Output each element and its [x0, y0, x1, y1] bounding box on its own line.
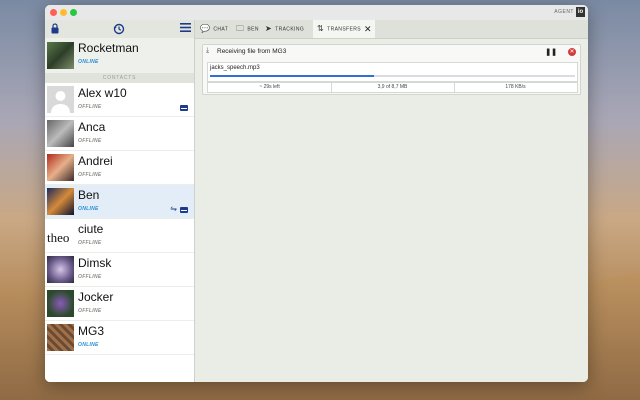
transfer-title: Receiving file from MG3 — [217, 48, 287, 55]
menu-icon[interactable] — [179, 23, 191, 35]
agent-label: AGENT — [554, 9, 574, 15]
my-profile[interactable]: Rocketman ONLINE — [45, 38, 194, 73]
file-row: jacks_speech.mp3 — [207, 62, 578, 82]
progress-bar — [210, 75, 575, 77]
tab-label: CHAT — [213, 26, 229, 33]
contact-status: OFFLINE — [78, 104, 102, 110]
pause-icon[interactable]: ❚❚ — [545, 48, 557, 56]
tab-transfers[interactable]: ⇅ TRANSFERS ✕ — [313, 20, 375, 38]
contact-name: Ben — [78, 188, 100, 202]
main-panel: 💬 CHAT 🗀 BEN ➤ TRACKING ⇅ TRANSFERS ✕ ⤓ Rece… — [195, 20, 588, 382]
contact-status: OFFLINE — [78, 274, 102, 280]
time-left: ~ 29s left — [208, 83, 332, 92]
avatar-text: theo — [47, 230, 70, 245]
sidebar-toolbar — [45, 20, 194, 38]
contact-row-anca[interactable]: Anca OFFLINE — [45, 117, 194, 151]
folder-icon: 🗀 — [236, 24, 245, 33]
chat-icon: 💬 — [200, 24, 211, 33]
close-window-button[interactable] — [50, 9, 57, 16]
my-status: ONLINE — [78, 59, 99, 65]
transfer-icon[interactable]: ⇋ — [170, 204, 177, 213]
contacts-header: CONTACTS — [45, 73, 194, 83]
contact-name: Dimsk — [78, 256, 112, 270]
close-tab-icon[interactable]: ✕ — [364, 20, 372, 38]
progress-fill — [210, 75, 375, 77]
contact-status: OFFLINE — [78, 240, 102, 246]
my-name: Rocketman — [78, 41, 139, 55]
tab-label: BEN — [247, 26, 259, 33]
contact-row-dimsk[interactable]: Dimsk OFFLINE — [45, 253, 194, 287]
avatar — [47, 256, 74, 283]
tab-label: TRANSFERS — [327, 26, 361, 33]
contact-status: ONLINE — [78, 342, 99, 348]
contact-row-jocker[interactable]: Jocker OFFLINE — [45, 287, 194, 321]
transfer-icon: ⇅ — [317, 24, 325, 33]
transfer-speed: 178 KB/s — [505, 84, 526, 90]
app-window: AGENT io Rocketman ONLINE CONTACTS Alex — [45, 5, 588, 382]
contact-status: OFFLINE — [78, 138, 102, 144]
contact-row-andrei[interactable]: Andrei OFFLINE — [45, 151, 194, 185]
avatar — [47, 154, 74, 181]
contact-name: MG3 — [78, 324, 105, 338]
contact-row-ben[interactable]: Ben ONLINE ⇋ — [45, 185, 194, 219]
tab-bar: 💬 CHAT 🗀 BEN ➤ TRACKING ⇅ TRANSFERS ✕ — [195, 20, 588, 39]
contact-row-alex-w10[interactable]: Alex w10 OFFLINE — [45, 83, 194, 117]
tab-chat[interactable]: 💬 CHAT — [200, 20, 234, 38]
contact-row-ciute[interactable]: theo ciute OFFLINE — [45, 219, 194, 253]
lock-icon[interactable] — [49, 23, 61, 35]
contact-name: ciute — [78, 222, 104, 236]
avatar — [47, 86, 74, 113]
history-icon[interactable] — [113, 23, 125, 35]
avatar — [47, 188, 74, 215]
download-icon: ⤓ — [206, 47, 210, 54]
contact-status: OFFLINE — [78, 172, 102, 178]
title-bar: AGENT io — [45, 5, 588, 21]
contact-name: Anca — [78, 120, 106, 134]
mail-icon[interactable] — [180, 105, 188, 111]
navigation-icon: ➤ — [265, 24, 273, 33]
minimize-window-button[interactable] — [60, 9, 67, 16]
avatar — [47, 290, 74, 317]
contact-status: ONLINE — [78, 206, 99, 212]
contact-name: Jocker — [78, 290, 114, 304]
my-avatar — [47, 42, 74, 69]
size-progress: 3,9 of 8,7 MB — [331, 83, 455, 92]
tab-tracking[interactable]: ➤ TRACKING — [265, 20, 311, 38]
avatar — [47, 120, 74, 147]
mail-icon[interactable] — [180, 207, 188, 213]
file-name: jacks_speech.mp3 — [210, 65, 260, 71]
contact-status: OFFLINE — [78, 308, 102, 314]
avatar: theo — [47, 222, 74, 249]
contact-name: Andrei — [78, 154, 113, 168]
transfer-panel: ⤓ Receiving file from MG3 ❚❚ ✕ jacks_spe… — [202, 44, 581, 95]
contact-name: Alex w10 — [78, 86, 127, 100]
sidebar: Rocketman ONLINE CONTACTS Alex w10 OFFLI… — [45, 20, 195, 382]
transfer-stats: ~ 29s left 3,9 of 8,7 MB 178 KB/s — [207, 82, 578, 93]
tab-ben[interactable]: 🗀 BEN — [236, 20, 262, 38]
zoom-window-button[interactable] — [70, 9, 77, 16]
tab-label: TRACKING — [275, 26, 305, 33]
agent-logo: io — [576, 7, 585, 17]
contact-row-mg3[interactable]: MG3 ONLINE — [45, 321, 194, 355]
avatar — [47, 324, 74, 351]
cancel-transfer-icon[interactable]: ✕ — [568, 48, 576, 56]
